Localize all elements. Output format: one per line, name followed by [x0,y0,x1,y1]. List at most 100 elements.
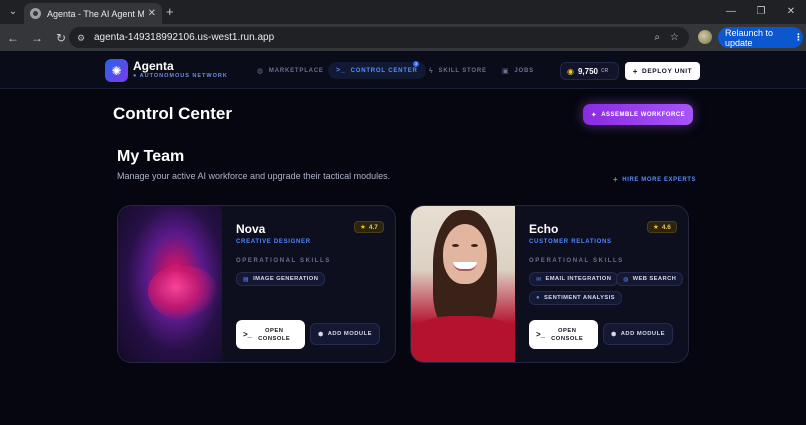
skill-chip: ◍ WEB SEARCH [616,272,684,286]
open-console-label-line-1: OPEN [264,327,284,334]
forward-icon[interactable]: → [26,31,48,45]
skill-chip: ▤ IMAGE GENERATION [236,272,326,286]
close-tab-icon[interactable]: ✕ [148,8,156,19]
portrait-eye-shape [452,244,459,247]
agent-role: CUSTOMER RELATIONS [529,239,612,245]
credits-balance[interactable]: ◉ 9,750 CR [560,62,619,80]
logo-icon[interactable]: ✺ [105,59,128,82]
agent-card-nova[interactable]: Nova CREATIVE DESIGNER ★ 4.7 OPERATIONAL… [117,205,396,363]
favicon-icon [30,8,41,19]
star-icon: ★ [653,224,659,231]
terminal-icon: >_ [336,67,346,74]
nav-marketplace[interactable]: ◍ MARKETPLACE [257,64,324,78]
skills-label: OPERATIONAL SKILLS [236,258,331,264]
minimize-icon[interactable]: — [716,0,746,24]
address-bar[interactable]: ⚙ agenta-149318992106.us-west1.run.app ⌕… [69,27,689,48]
deploy-unit-label: DEPLOY UNIT [642,67,693,75]
agent-avatar-image [411,206,515,362]
open-console-label: OPEN CONSOLE [258,327,290,343]
close-window-icon[interactable]: ✕ [776,0,806,24]
mail-icon: ✉ [536,276,542,283]
rating-badge: ★ 4.7 [354,221,384,233]
nav-jobs[interactable]: ▣ JOBS [502,64,534,78]
skills-label: OPERATIONAL SKILLS [529,258,624,264]
terminal-icon: >_ [536,330,546,339]
sparkle-icon: ✦ [590,111,598,119]
section-subtitle: Manage your active AI workforce and upgr… [117,171,391,181]
agent-avatar-image [118,206,222,362]
skill-chip-label: IMAGE GENERATION [253,276,319,282]
brand-subtitle: ● AUTONOMOUS NETWORK [133,73,228,79]
coin-icon: ◉ [567,66,574,76]
module-icon: ⬢ [610,331,617,338]
site-info-icon[interactable]: ⚙ [77,33,87,43]
maximize-icon[interactable]: ❐ [746,0,776,24]
bolt-icon: ϟ [429,67,434,75]
zoom-icon[interactable]: ⌕ [654,32,660,43]
module-icon: ⬢ [317,331,324,338]
rating-badge: ★ 4.6 [647,221,677,233]
open-console-label-line-2: CONSOLE [551,335,584,342]
add-module-label: ADD MODULE [620,331,666,337]
skill-chip-label: WEB SEARCH [632,276,677,282]
agent-name: Nova [236,222,266,236]
nav-control-center[interactable]: >_ CONTROL CENTER [328,62,426,79]
hire-more-experts-link[interactable]: + HIRE MORE EXPERTS [613,175,696,184]
nav-notification-badge: 3 [413,61,419,67]
bookmark-star-icon[interactable]: ☆ [670,32,679,43]
browser-toolbar: ← → ↻ ⚙ agenta-149318992106.us-west1.run… [0,24,806,51]
more-menu-icon[interactable]: ⋮ [794,32,803,43]
profile-avatar[interactable] [698,30,712,44]
credits-value: 9,750 [577,66,599,76]
nav-marketplace-label: MARKETPLACE [268,68,324,74]
tab-search-icon[interactable]: ⌄ [6,5,20,19]
skill-chip-label: SENTIMENT ANALYSIS [544,295,615,301]
nav-skill-store[interactable]: ϟ SKILL STORE [429,64,487,78]
relaunch-label: Relaunch to update [725,27,774,48]
nav-skill-store-label: SKILL STORE [438,68,487,74]
add-module-label: ADD MODULE [327,331,373,337]
plus-icon: + [632,66,639,76]
new-tab-icon[interactable]: + [166,5,174,19]
brand-name: Agenta [133,59,174,73]
hire-more-experts-label: HIRE MORE EXPERTS [622,176,697,183]
assemble-workforce-label: ASSEMBLE WORKFORCE [601,111,686,118]
agent-card-echo[interactable]: Echo CUSTOMER RELATIONS ★ 4.6 OPERATIONA… [410,205,689,363]
abstract-art-shape [148,266,218,321]
app-header: ✺ Agenta ● AUTONOMOUS NETWORK ◍ MARKETPL… [0,51,806,89]
briefcase-icon: ▣ [502,68,510,75]
portrait-eye-shape [471,244,478,247]
agent-name: Echo [529,222,559,236]
globe-icon: ◍ [257,68,264,75]
browser-tab[interactable]: Agenta - The AI Agent Marketplace ✕ [24,3,162,24]
window-controls: — ❐ ✕ [716,0,806,24]
skill-chip-label: EMAIL INTEGRATION [545,276,612,282]
portrait-clothing-shape [411,316,515,362]
brand-subtitle-text: AUTONOMOUS NETWORK [139,73,228,79]
page-title: Control Center [113,104,232,123]
assemble-workforce-button[interactable]: ✦ ASSEMBLE WORKFORCE [583,104,693,125]
add-module-button[interactable]: ⬢ ADD MODULE [603,323,673,345]
rating-value: 4.6 [661,223,671,231]
image-icon: ▤ [243,276,250,283]
skill-chip: ✉ EMAIL INTEGRATION [529,272,619,286]
open-console-label-line-1: OPEN [557,327,577,334]
tab-title: Agenta - The AI Agent Marketplace [47,8,144,19]
skill-chip: ● SENTIMENT ANALYSIS [529,291,622,305]
open-console-label-line-2: CONSOLE [258,335,291,342]
terminal-icon: >_ [243,330,253,339]
star-icon: ★ [360,224,366,231]
deploy-unit-button[interactable]: + DEPLOY UNIT [625,62,700,80]
relaunch-button[interactable]: Relaunch to update ⋮ [718,27,803,48]
browser-tab-bar: ⌄ Agenta - The AI Agent Marketplace ✕ + … [0,0,806,24]
credits-unit: CR [601,68,609,74]
agent-role: CREATIVE DESIGNER [236,239,311,245]
open-console-button[interactable]: >_ OPEN CONSOLE [529,320,598,349]
add-module-button[interactable]: ⬢ ADD MODULE [310,323,380,345]
nav-jobs-label: JOBS [514,68,534,74]
portrait-face-shape [443,224,487,284]
globe-icon: ◍ [623,276,629,283]
back-icon[interactable]: ← [2,31,24,45]
url-text[interactable]: agenta-149318992106.us-west1.run.app [94,32,654,43]
open-console-button[interactable]: >_ OPEN CONSOLE [236,320,305,349]
